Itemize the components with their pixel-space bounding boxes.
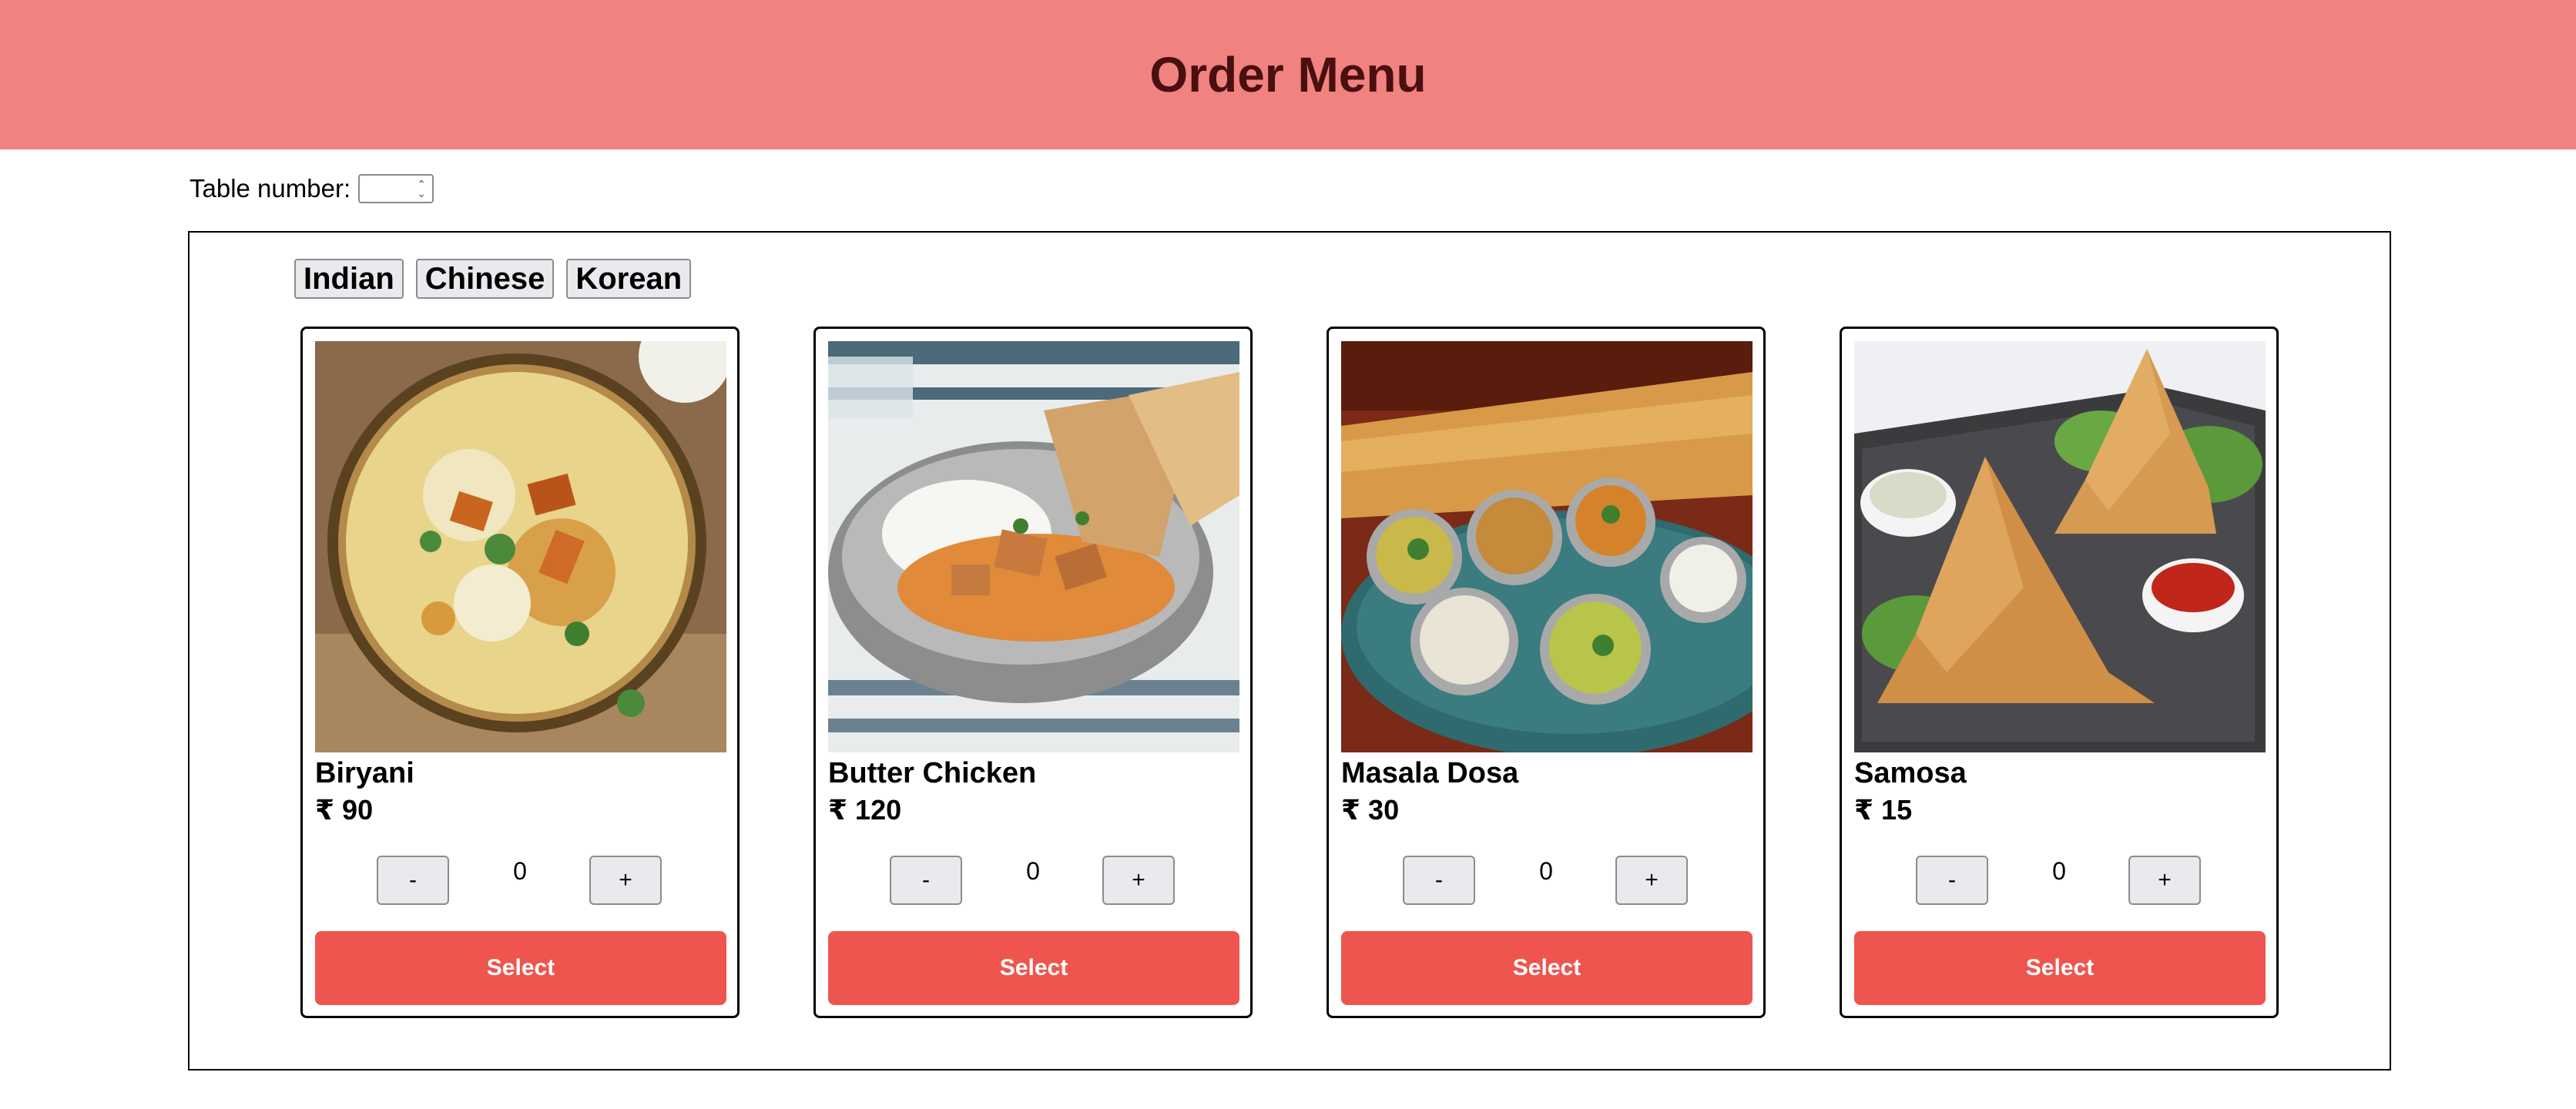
select-button[interactable]: Select bbox=[315, 931, 726, 1005]
page-title: Order Menu bbox=[1149, 47, 1427, 102]
quantity-value: 0 bbox=[1539, 857, 1553, 885]
cuisine-tabs: Indian Chinese Korean bbox=[294, 259, 692, 299]
item-price: ₹ 15 bbox=[1854, 794, 1913, 826]
tab-chinese[interactable]: Chinese bbox=[415, 259, 555, 299]
table-number-input[interactable]: ⌃ ⌄ bbox=[358, 174, 434, 203]
tab-indian[interactable]: Indian bbox=[294, 259, 404, 299]
quantity-value: 0 bbox=[2052, 857, 2066, 885]
menu-item-card: Butter Chicken ₹ 120 - 0 + Select bbox=[813, 327, 1253, 1018]
quantity-stepper: - 0 + bbox=[816, 856, 1250, 906]
select-button[interactable]: Select bbox=[828, 931, 1239, 1005]
increment-button[interactable]: + bbox=[1102, 856, 1175, 905]
menu-item-card: Masala Dosa ₹ 30 - 0 + Select bbox=[1327, 327, 1766, 1018]
menu-item-card: Samosa ₹ 15 - 0 + Select bbox=[1840, 327, 2279, 1018]
masala-dosa-photo bbox=[1341, 341, 1753, 752]
item-name: Butter Chicken bbox=[828, 757, 1037, 789]
item-price: ₹ 30 bbox=[1341, 794, 1400, 826]
quantity-value: 0 bbox=[1026, 857, 1040, 885]
tab-korean[interactable]: Korean bbox=[566, 259, 692, 299]
increment-button[interactable]: + bbox=[2128, 856, 2201, 905]
increment-button[interactable]: + bbox=[589, 856, 662, 905]
menu-item-card: Biryani ₹ 90 - 0 + Select bbox=[300, 327, 740, 1018]
quantity-stepper: - 0 + bbox=[303, 856, 737, 906]
samosa-photo bbox=[1854, 341, 2266, 752]
item-price: ₹ 120 bbox=[828, 794, 902, 826]
item-name: Samosa bbox=[1854, 757, 1967, 789]
decrement-button[interactable]: - bbox=[1916, 856, 1988, 905]
select-button[interactable]: Select bbox=[1854, 931, 2266, 1005]
increment-button[interactable]: + bbox=[1615, 856, 1688, 905]
decrement-button[interactable]: - bbox=[890, 856, 962, 905]
decrement-button[interactable]: - bbox=[1403, 856, 1475, 905]
butter-chicken-photo bbox=[828, 341, 1239, 752]
table-number-label: Table number: bbox=[190, 174, 351, 203]
select-button[interactable]: Select bbox=[1341, 931, 1753, 1005]
quantity-stepper: - 0 + bbox=[1329, 856, 1763, 906]
spinner-icon[interactable]: ⌃ ⌄ bbox=[415, 178, 428, 199]
biryani-photo bbox=[315, 341, 726, 752]
item-price: ₹ 90 bbox=[315, 794, 374, 826]
menu-container: Indian Chinese Korean Biryani ₹ 90 - 0 +… bbox=[188, 231, 2391, 1070]
page-header: Order Menu bbox=[0, 0, 2576, 149]
quantity-stepper: - 0 + bbox=[1842, 856, 2276, 906]
quantity-value: 0 bbox=[513, 857, 527, 885]
table-number-row: Table number: ⌃ ⌄ bbox=[190, 171, 434, 206]
item-name: Masala Dosa bbox=[1341, 757, 1519, 789]
decrement-button[interactable]: - bbox=[377, 856, 449, 905]
item-name: Biryani bbox=[315, 757, 414, 789]
